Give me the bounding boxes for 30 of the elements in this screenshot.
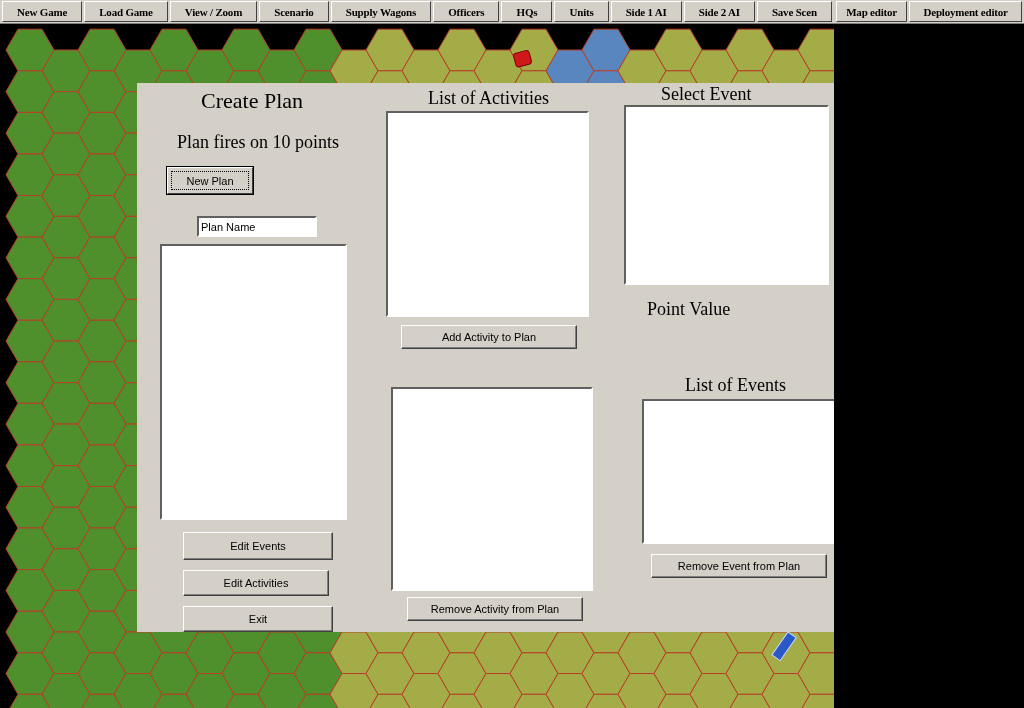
toolbar-button[interactable]: HQs: [501, 1, 553, 22]
toolbar-button[interactable]: Scenario: [259, 1, 329, 22]
unit-counter-icon[interactable]: [512, 49, 533, 68]
remove-event-button[interactable]: Remove Event from Plan: [651, 554, 827, 578]
toolbar-button[interactable]: View / Zoom: [169, 1, 258, 22]
dialog-title: Create Plan: [201, 88, 304, 114]
new-plan-button[interactable]: New Plan: [167, 167, 253, 194]
events-heading: List of Events: [685, 374, 786, 396]
plan-points-label: Plan fires on 10 points: [177, 131, 339, 153]
plan-name-field[interactable]: Plan Name: [197, 216, 317, 237]
events-list-box[interactable]: [642, 399, 834, 544]
editor-button[interactable]: Deployment editor: [909, 1, 1022, 22]
toolbar-button[interactable]: Save Scen: [756, 1, 832, 22]
toolbar-button[interactable]: Side 2 AI: [683, 1, 755, 22]
point-value-label: Point Value: [647, 298, 731, 320]
add-activity-button[interactable]: Add Activity to Plan: [401, 325, 577, 349]
select-event-heading: Select Event: [661, 83, 752, 105]
activities-heading: List of Activities: [428, 87, 549, 109]
toolbar-button[interactable]: Side 1 AI: [610, 1, 682, 22]
toolbar-button[interactable]: Load Game: [84, 1, 168, 22]
select-event-list-box[interactable]: [624, 105, 829, 285]
toolbar-button[interactable]: Officers: [433, 1, 500, 22]
editor-button[interactable]: Map editor: [836, 1, 908, 22]
dialog-button[interactable]: Edit Events: [183, 532, 333, 560]
toolbar-button[interactable]: Units: [554, 1, 609, 22]
dialog-button[interactable]: Edit Activities: [183, 570, 329, 596]
remove-activity-button[interactable]: Remove Activity from Plan: [407, 597, 583, 621]
dialog-button[interactable]: Exit: [183, 606, 333, 632]
toolbar-button[interactable]: Supply Wagons: [330, 1, 432, 22]
toolbar-button[interactable]: New Game: [2, 1, 83, 22]
